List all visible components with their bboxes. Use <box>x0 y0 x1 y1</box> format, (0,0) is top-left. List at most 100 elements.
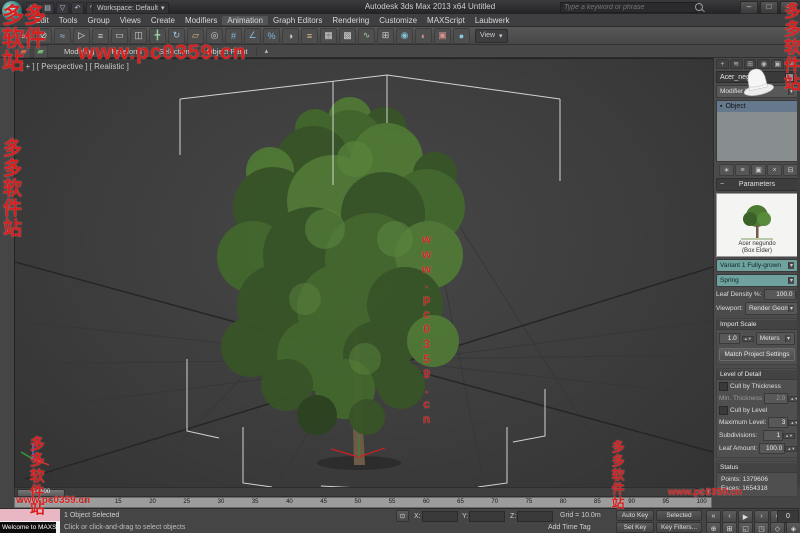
new-file-icon[interactable]: ▢ <box>26 2 39 14</box>
season-dropdown[interactable]: Spring ▾ <box>716 274 798 287</box>
track-bar[interactable]: 0510152025303540455055606570758085909510… <box>14 497 712 508</box>
key-filter-selected-dropdown[interactable]: Selected <box>656 510 702 521</box>
variant-dropdown[interactable]: Variant 1 Fully-grown ▾ <box>716 259 798 272</box>
leaf-amount-spinner[interactable]: 100.0 ▲▼ <box>759 443 797 454</box>
freeform-paint-icon[interactable]: ▰ <box>33 45 48 58</box>
zoom-region-icon[interactable]: ◳ <box>754 522 769 533</box>
scale-value-field[interactable]: 1.0 <box>719 333 740 344</box>
key-filters-button[interactable]: Key Filters... <box>656 522 702 533</box>
unlink-selection-icon[interactable]: ⊘ <box>35 28 52 44</box>
use-pivot-center-icon[interactable]: ◎ <box>206 28 223 44</box>
close-button[interactable]: × <box>780 1 798 14</box>
percent-snap-icon[interactable]: % <box>263 28 280 44</box>
spinner-arrows-icon[interactable]: ▲▼ <box>785 446 797 452</box>
parameters-rollout[interactable]: − Parameters <box>716 178 798 191</box>
spinner-arrows-icon[interactable]: ▲▼ <box>742 336 754 342</box>
angle-snap-icon[interactable]: ∠ <box>244 28 261 44</box>
z-coordinate-field[interactable] <box>517 511 553 522</box>
time-slider[interactable]: 0 / 100 <box>14 487 696 497</box>
select-and-rotate-icon[interactable]: ↻ <box>168 28 185 44</box>
orbit-icon[interactable]: ◈ <box>786 522 800 533</box>
remove-modifier-button[interactable]: × <box>767 164 782 176</box>
viewport-label[interactable]: [ + ] [ Perspective ] [ Realistic ] <box>21 62 129 71</box>
rendered-frame-window-icon[interactable]: ▣ <box>434 28 451 44</box>
window-crossing-icon[interactable]: ◫ <box>130 28 147 44</box>
match-project-settings-button[interactable]: Match Project Settings <box>719 348 795 361</box>
menu-item[interactable]: Modifiers <box>180 16 222 25</box>
render-setup-icon[interactable]: ◐ <box>415 28 432 44</box>
species-thumbnail[interactable]: Acer negundo (Box Elder) <box>716 193 798 257</box>
perspective-viewport[interactable]: [ + ] [ Perspective ] [ Realistic ] <box>14 58 714 489</box>
configure-modifier-sets-button[interactable]: ⊟ <box>783 164 798 176</box>
object-color-swatch[interactable] <box>785 73 794 82</box>
search-icon[interactable] <box>695 3 703 11</box>
viewport-mode-dropdown[interactable]: Render Geometry ▾ <box>745 302 798 315</box>
menu-item[interactable]: Tools <box>54 16 83 25</box>
leaf-density-spinner[interactable]: 100.0 ▲▼ <box>764 289 800 300</box>
snaps-toggle-icon[interactable]: # <box>225 28 242 44</box>
select-by-name-icon[interactable]: ≡ <box>92 28 109 44</box>
maximize-button[interactable]: □ <box>760 1 778 14</box>
add-time-tag[interactable]: Add Time Tag <box>548 524 591 531</box>
schematic-view-icon[interactable]: ⊞ <box>377 28 394 44</box>
make-unique-button[interactable]: ▣ <box>751 164 766 176</box>
menu-item[interactable]: Create <box>146 16 180 25</box>
menu-item[interactable]: Rendering <box>327 16 374 25</box>
ribbon-collapse-icon[interactable]: ▴ <box>265 47 269 55</box>
bind-to-space-warp-icon[interactable]: ≈ <box>54 28 71 44</box>
selection-region-icon[interactable]: ▭ <box>111 28 128 44</box>
menu-item[interactable]: Customize <box>374 16 422 25</box>
ribbon-tab[interactable]: Freeform <box>103 47 150 56</box>
menu-item[interactable]: Views <box>115 16 146 25</box>
units-dropdown[interactable]: Meters ▾ <box>756 332 795 345</box>
search-input[interactable] <box>560 2 698 13</box>
open-file-icon[interactable]: ▤ <box>41 2 54 14</box>
auto-key-button[interactable]: Auto Key <box>616 510 654 521</box>
select-and-move-icon[interactable]: ╋ <box>149 28 166 44</box>
y-coordinate-field[interactable] <box>469 511 505 522</box>
prev-frame-arrow[interactable]: ‹ <box>698 487 705 497</box>
app-logo-icon[interactable]: S <box>2 1 22 21</box>
select-object-icon[interactable]: ▷ <box>73 28 90 44</box>
select-and-link-icon[interactable]: ∞ <box>16 28 33 44</box>
zoom-all-icon[interactable]: ⊞ <box>722 522 737 533</box>
menu-item[interactable]: Laubwerk <box>470 16 515 25</box>
zoom-icon[interactable]: ⊕ <box>706 522 721 533</box>
tab-create[interactable]: + <box>716 59 729 69</box>
menu-item[interactable]: Animation <box>222 16 268 25</box>
workspace-dropdown[interactable]: Workspace: Default ▾ <box>92 2 169 14</box>
next-frame-arrow[interactable]: › <box>705 487 712 497</box>
pan-icon[interactable]: ◇ <box>770 522 785 533</box>
zoom-extents-icon[interactable]: ◱ <box>738 522 753 533</box>
layer-manager-icon[interactable]: ▦ <box>320 28 337 44</box>
set-key-button[interactable]: Set Key <box>616 522 654 533</box>
material-editor-icon[interactable]: ◉ <box>396 28 413 44</box>
menu-item[interactable]: Group <box>82 16 114 25</box>
graphite-modeling-icon[interactable]: ▰ <box>16 45 31 58</box>
show-end-result-button[interactable]: ≡ <box>735 164 750 176</box>
save-file-icon[interactable]: ▽ <box>56 2 69 14</box>
menu-item[interactable]: Graph Editors <box>268 16 327 25</box>
time-slider-grip[interactable]: 0 / 100 <box>17 489 65 497</box>
maximum-level-spinner[interactable]: 3 ▲▼ <box>768 417 800 428</box>
render-production-icon[interactable]: ● <box>453 28 470 44</box>
ribbon-tab[interactable]: Object Paint <box>199 47 257 56</box>
undo-icon[interactable]: ↶ <box>71 2 84 14</box>
ribbon-toggle-icon[interactable]: ▩ <box>339 28 356 44</box>
minimize-button[interactable]: – <box>740 1 758 14</box>
mirror-icon[interactable]: ◑ <box>282 28 299 44</box>
min-thickness-spinner[interactable]: 2.0 ▲▼ <box>764 393 800 404</box>
select-and-scale-icon[interactable]: ▱ <box>187 28 204 44</box>
ribbon-tab[interactable]: Modeling <box>56 47 103 56</box>
curve-editor-icon[interactable]: ∿ <box>358 28 375 44</box>
subdivisions-spinner[interactable]: 1 ▲▼ <box>763 430 795 441</box>
pin-stack-button[interactable]: ∗ <box>719 164 734 176</box>
spinner-arrows-icon[interactable]: ▲▼ <box>783 433 795 439</box>
ribbon-tab[interactable]: Selection <box>151 47 199 56</box>
align-icon[interactable]: ≡ <box>301 28 318 44</box>
stack-item-object[interactable]: ▪ Object <box>717 101 797 112</box>
cull-by-level-checkbox[interactable] <box>719 406 728 415</box>
menu-item[interactable]: MAXScript <box>422 16 470 25</box>
reference-coordinate-dropdown[interactable]: View ▾ <box>475 29 508 43</box>
modifier-stack[interactable]: ▪ Object <box>716 100 798 162</box>
